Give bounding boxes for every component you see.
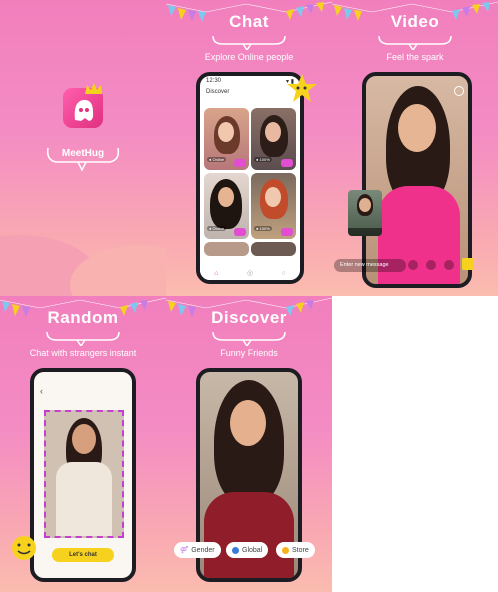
status-bar: 12:30 ▾ ▮: [206, 78, 294, 85]
switch-camera-icon[interactable]: [444, 260, 454, 270]
chat-icon[interactable]: ◎: [247, 269, 253, 277]
profile-card[interactable]: ● 100%: [251, 108, 296, 170]
bottom-nav: ⌂ ◎ ○: [200, 266, 300, 280]
chat-button[interactable]: [281, 159, 293, 167]
random-panel: Random Chat with strangers instant ‹ Let…: [0, 296, 166, 592]
back-icon[interactable]: ‹: [40, 386, 43, 396]
profile-card[interactable]: ● Online: [204, 108, 249, 170]
global-filter[interactable]: Global: [226, 542, 269, 558]
video-subtitle: Feel the spark: [386, 52, 444, 62]
random-subtitle: Chat with strangers instant: [29, 348, 137, 358]
title-bubble-outline: [212, 331, 286, 346]
crown-icon: [85, 83, 102, 94]
title-bubble-outline: [378, 35, 452, 50]
discover-panel: Discover Funny Friends ⚤ Gender Global S…: [166, 296, 332, 592]
chat-title: Chat: [229, 12, 269, 31]
emoji-icon[interactable]: [408, 260, 418, 270]
app-icon: [63, 83, 103, 128]
lets-chat-button[interactable]: Let's chat: [52, 548, 114, 562]
name-bubble-outline: [46, 147, 120, 172]
profile-card[interactable]: [251, 242, 296, 256]
coin-icon: [282, 546, 289, 554]
phone-mockup: [362, 72, 472, 288]
discover-header: Discover: [206, 89, 230, 95]
discover-subtitle: Funny Friends: [220, 348, 278, 358]
star-sticker-icon: [287, 74, 317, 102]
gift-icon[interactable]: [462, 258, 474, 270]
chat-panel: Chat Explore Online people 12:30 ▾ ▮ Disc…: [166, 0, 332, 296]
bottom-waves: [0, 235, 166, 296]
match-frame: [44, 410, 124, 538]
title-bubble-outline: [46, 331, 120, 346]
chat-button[interactable]: [234, 228, 246, 236]
message-input[interactable]: Enter new message: [334, 259, 406, 272]
globe-icon: [232, 546, 239, 554]
profile-card[interactable]: ● 100%: [251, 173, 296, 239]
message-bar: Enter new message: [334, 258, 494, 274]
mic-icon[interactable]: [426, 260, 436, 270]
home-icon[interactable]: ⌂: [214, 270, 218, 277]
video-panel: Video Feel the spark Enter new message: [332, 0, 498, 296]
discover-title: Discover: [211, 308, 287, 327]
chat-button[interactable]: [281, 228, 293, 236]
profile-card[interactable]: [204, 242, 249, 256]
phone-mockup: ‹ Let's chat: [30, 368, 136, 582]
gender-icon: ⚤: [180, 547, 189, 554]
gender-filter[interactable]: ⚤ Gender: [174, 542, 221, 558]
self-preview[interactable]: [348, 190, 382, 236]
profile-card[interactable]: ● Online: [204, 173, 249, 239]
red-sweater: [204, 492, 294, 578]
store-button[interactable]: Store: [276, 542, 315, 558]
logo-panel: MeetHug: [0, 0, 166, 296]
chat-button[interactable]: [234, 159, 246, 167]
profile-icon[interactable]: ○: [282, 270, 286, 277]
chat-subtitle: Explore Online people: [204, 52, 294, 62]
switch-camera-icon[interactable]: [454, 86, 464, 96]
random-title: Random: [47, 308, 119, 327]
emoji-sticker-icon: [12, 536, 36, 560]
title-bubble-outline: [212, 35, 286, 50]
video-title: Video: [390, 12, 440, 31]
